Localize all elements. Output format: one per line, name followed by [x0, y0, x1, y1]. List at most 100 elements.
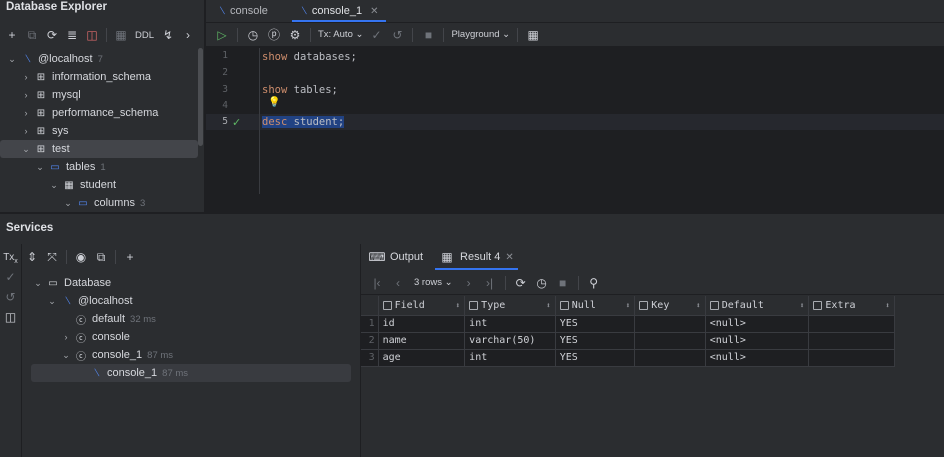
add-icon[interactable]: + — [4, 27, 20, 43]
services-item-default[interactable]: ⓒ default 32 ms — [22, 310, 360, 328]
cell-null[interactable]: YES — [555, 332, 636, 350]
tree-item-columns[interactable]: ⌄ ▭ columns 3 — [0, 194, 198, 212]
services-item-console[interactable]: › ⓒ console — [22, 328, 360, 346]
chevron-right-icon[interactable]: › — [180, 27, 196, 43]
cell-extra[interactable] — [808, 349, 895, 367]
column-header-key[interactable]: Key ⬍ — [634, 296, 706, 316]
cell-key[interactable] — [634, 349, 706, 367]
reload-icon[interactable]: ⟳ — [513, 275, 529, 291]
cell-field[interactable]: name — [378, 332, 466, 350]
sort-icon[interactable]: ⬍ — [625, 301, 630, 310]
refresh-icon[interactable]: ⟳ — [44, 27, 60, 43]
rollback-icon[interactable]: ↺ — [3, 289, 19, 305]
close-icon[interactable]: ✕ — [505, 252, 513, 263]
cell-extra[interactable] — [808, 315, 895, 333]
history-icon[interactable]: ◷ — [534, 275, 550, 291]
cell-field[interactable]: id — [378, 315, 466, 333]
cell-default[interactable]: <null> — [705, 332, 810, 350]
close-icon[interactable]: ✕ — [370, 6, 378, 17]
commit-icon[interactable]: ✓ — [3, 269, 19, 285]
first-page-icon[interactable]: |‹ — [369, 275, 385, 291]
chevron-down-icon[interactable]: ⌄ — [62, 198, 74, 209]
chevron-right-icon[interactable]: › — [20, 72, 32, 82]
table-row[interactable]: 3 age int YES <null> — [361, 349, 895, 367]
copy-icon[interactable]: ⧉ — [24, 27, 40, 43]
services-item-console-1[interactable]: ⌄ ⓒ console_1 87 ms — [22, 346, 360, 364]
explorer-scrollbar[interactable] — [198, 48, 203, 146]
tab-console[interactable]: ⟍ console — [206, 0, 280, 22]
previous-page-icon[interactable]: ‹ — [390, 275, 406, 291]
chevron-right-icon[interactable]: › — [20, 108, 32, 118]
tree-item-performance-schema[interactable]: › ⊞ performance_schema — [0, 104, 198, 122]
column-header-field[interactable]: Field ⬍ — [378, 296, 466, 316]
playground-dropdown[interactable]: Playground ⌄ — [451, 29, 510, 40]
commit-icon[interactable]: ✓ — [368, 27, 384, 43]
table-icon[interactable]: ▦ — [113, 27, 129, 43]
cell-type[interactable]: int — [464, 349, 556, 367]
table-row[interactable]: 2 name varchar(50) YES <null> — [361, 332, 895, 350]
next-page-icon[interactable]: › — [461, 275, 477, 291]
chevron-down-icon[interactable]: ⌄ — [6, 54, 18, 65]
stop-icon[interactable]: ◫ — [84, 27, 100, 43]
last-page-icon[interactable]: ›| — [482, 275, 498, 291]
cell-key[interactable] — [634, 315, 706, 333]
tree-item-mysql[interactable]: › ⊞ mysql — [0, 86, 198, 104]
transaction-mode-dropdown[interactable]: Tx: Auto ⌄ — [318, 29, 363, 40]
lightbulb-icon[interactable]: 💡 — [268, 97, 280, 108]
pin-icon[interactable]: ⚲ — [586, 275, 602, 291]
column-header-type[interactable]: Type ⬍ — [464, 296, 556, 316]
eye-icon[interactable]: ◉ — [73, 249, 89, 265]
cell-default[interactable]: <null> — [705, 349, 810, 367]
chevron-down-icon[interactable]: ⌄ — [34, 162, 46, 173]
tree-item-tables[interactable]: ⌄ ▭ tables 1 — [0, 158, 198, 176]
column-header-default[interactable]: Default ⬍ — [705, 296, 810, 316]
chevron-right-icon[interactable]: › — [20, 90, 32, 100]
cell-default[interactable]: <null> — [705, 315, 810, 333]
tree-item-student[interactable]: ⌄ ▦ student — [0, 176, 198, 194]
column-header-null[interactable]: Null ⬍ — [555, 296, 636, 316]
cell-null[interactable]: YES — [555, 315, 636, 333]
column-header-extra[interactable]: Extra ⬍ — [808, 296, 895, 316]
cell-type[interactable]: varchar(50) — [464, 332, 556, 350]
cell-key[interactable] — [634, 332, 706, 350]
rows-count-dropdown[interactable]: 3 rows ⌄ — [411, 277, 456, 288]
tab-output[interactable]: ⌨ Output — [361, 244, 431, 270]
chevron-down-icon[interactable]: ⌄ — [32, 278, 44, 289]
cell-extra[interactable] — [808, 332, 895, 350]
collapse-all-icon[interactable]: ⤧ — [44, 249, 60, 265]
chevron-right-icon[interactable]: › — [20, 126, 32, 136]
chevron-down-icon[interactable]: ⌄ — [60, 350, 72, 361]
tree-item-information-schema[interactable]: › ⊞ information_schema — [0, 68, 198, 86]
parameters-icon[interactable]: ⓟ — [266, 27, 282, 43]
add-icon[interactable]: + — [122, 249, 138, 265]
chevron-right-icon[interactable]: › — [60, 332, 72, 342]
services-item-localhost[interactable]: ⌄ ⟍ @localhost — [22, 292, 360, 310]
run-icon[interactable]: ▷ — [214, 27, 230, 43]
sort-icon[interactable]: ⬍ — [455, 301, 460, 310]
chevron-down-icon[interactable]: ⌄ — [46, 296, 58, 307]
stop-icon[interactable]: ■ — [420, 27, 436, 43]
sort-icon[interactable]: ⬍ — [546, 301, 551, 310]
tab-result-4[interactable]: ▦ Result 4 ✕ — [431, 244, 522, 270]
chevron-down-icon[interactable]: ⌄ — [20, 144, 32, 155]
tree-item-sys[interactable]: › ⊞ sys — [0, 122, 198, 140]
sort-icon[interactable]: ⬍ — [885, 301, 890, 310]
tab-console-1[interactable]: ⟍ console_1 ✕ — [288, 0, 391, 22]
ddl-button[interactable]: DDL — [133, 30, 156, 41]
sort-icon[interactable]: ⬍ — [696, 301, 701, 310]
history-icon[interactable]: ◷ — [245, 27, 261, 43]
new-tab-icon[interactable]: ⧉ — [93, 249, 109, 265]
rollback-icon[interactable]: ↺ — [389, 27, 405, 43]
chevron-down-icon[interactable]: ⌄ — [48, 180, 60, 191]
cell-null[interactable]: YES — [555, 349, 636, 367]
tree-item-localhost[interactable]: ⌄ ⟍ @localhost 7 — [0, 50, 198, 68]
services-item-database[interactable]: ⌄ ▭ Database — [22, 274, 360, 292]
layout-icon[interactable]: ◫ — [3, 309, 19, 325]
cell-type[interactable]: int — [464, 315, 556, 333]
table-row[interactable]: 1 id int YES <null> — [361, 315, 895, 333]
tree-item-test[interactable]: ⌄ ⊞ test — [0, 140, 198, 158]
expand-all-icon[interactable]: ⇕ — [24, 249, 40, 265]
cell-field[interactable]: age — [378, 349, 466, 367]
tx-label[interactable]: Txx — [3, 252, 18, 265]
data-source-properties-icon[interactable]: ≣ — [64, 27, 80, 43]
